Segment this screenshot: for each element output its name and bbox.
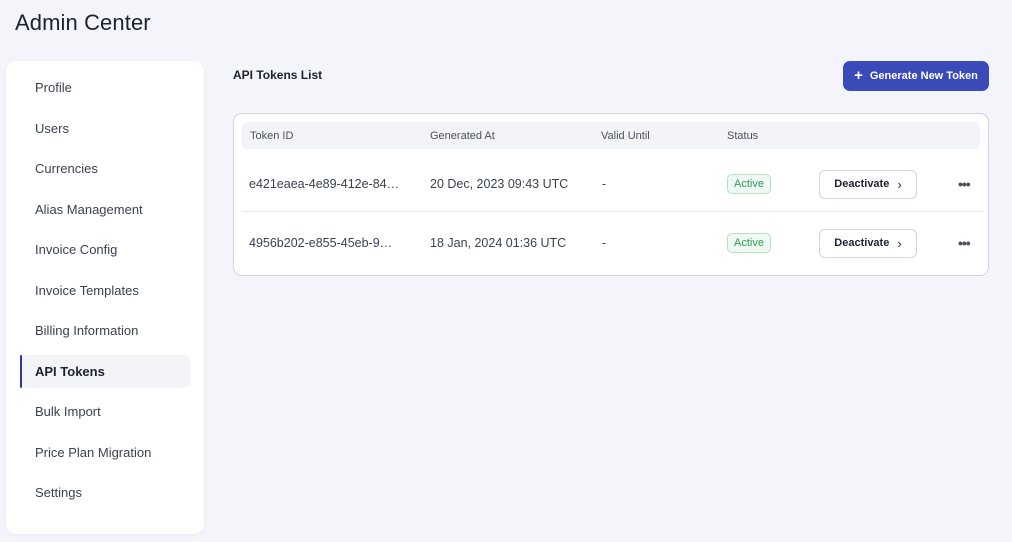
- app-title: Admin Center: [15, 10, 151, 35]
- sidebar-item-label: Alias Management: [35, 201, 143, 217]
- more-options-icon[interactable]: •••: [958, 177, 971, 191]
- token-id-cell: 4956b202-e855-45eb-9…: [249, 236, 393, 250]
- more-options-icon[interactable]: •••: [958, 236, 971, 250]
- table-header: Token ID Generated At Valid Until Status: [242, 122, 980, 149]
- deactivate-label: Deactivate: [834, 237, 890, 249]
- column-header-generated-at: Generated At: [430, 129, 495, 142]
- table-row: e421eaea-4e89-412e-84… 20 Dec, 2023 09:4…: [242, 156, 984, 212]
- generated-at-cell: 18 Jan, 2024 01:36 UTC: [430, 236, 567, 250]
- sidebar-item-api-tokens[interactable]: API Tokens: [20, 354, 190, 388]
- sidebar-item-billing-information[interactable]: Billing Information: [20, 314, 190, 347]
- token-id-cell: e421eaea-4e89-412e-84…: [249, 177, 400, 191]
- sidebar-item-label: Profile: [35, 80, 72, 95]
- sidebar-item-label: Invoice Config: [35, 242, 118, 257]
- sidebar-item-invoice-templates[interactable]: Invoice Templates: [20, 274, 190, 307]
- generate-new-token-label: Generate New Token: [869, 70, 978, 82]
- sidebar-item-label: Bulk Import: [35, 404, 101, 419]
- status-badge: Active: [727, 233, 771, 253]
- sidebar-item-currencies[interactable]: Currencies: [20, 152, 190, 185]
- column-header-valid-until: Valid Until: [601, 129, 650, 142]
- sidebar-item-price-plan-migration[interactable]: Price Plan Migration: [20, 436, 190, 469]
- plus-icon: +: [854, 67, 863, 84]
- chevron-right-icon: ›: [897, 235, 902, 251]
- deactivate-label: Deactivate: [834, 178, 890, 190]
- generated-at-cell: 20 Dec, 2023 09:43 UTC: [430, 177, 569, 191]
- sidebar-item-label: Price Plan Migration: [35, 444, 152, 460]
- sidebar-item-label: Settings: [35, 485, 82, 500]
- sidebar-item-label: Invoice Templates: [35, 282, 139, 298]
- sidebar-item-bulk-import[interactable]: Bulk Import: [20, 395, 190, 428]
- chevron-right-icon: ›: [897, 176, 902, 192]
- sidebar-item-users[interactable]: Users: [20, 112, 190, 145]
- sidebar-item-invoice-config[interactable]: Invoice Config: [20, 233, 190, 266]
- tokens-table: Token ID Generated At Valid Until Status…: [233, 113, 989, 276]
- generate-new-token-button[interactable]: + Generate New Token: [843, 61, 989, 91]
- deactivate-button[interactable]: Deactivate ›: [819, 228, 917, 258]
- column-header-token-id: Token ID: [250, 129, 294, 142]
- valid-until-cell: -: [602, 177, 607, 191]
- sidebar-item-alias-management[interactable]: Alias Management: [20, 193, 190, 226]
- sidebar-item-label: Users: [35, 120, 69, 136]
- table-row: 4956b202-e855-45eb-9… 18 Jan, 2024 01:36…: [242, 215, 984, 271]
- sidebar-item-settings[interactable]: Settings: [20, 476, 190, 509]
- sidebar-item-label: API Tokens: [35, 363, 105, 379]
- deactivate-button[interactable]: Deactivate ›: [819, 169, 917, 199]
- section-title: API Tokens List: [233, 68, 323, 82]
- valid-until-cell: -: [602, 236, 607, 250]
- column-header-status: Status: [727, 129, 759, 142]
- status-badge: Active: [727, 174, 771, 194]
- sidebar-item-label: Billing Information: [35, 323, 139, 338]
- sidebar-item-label: Currencies: [35, 161, 98, 176]
- sidebar: Profile Users Currencies Alias Managemen…: [6, 61, 204, 534]
- sidebar-item-profile[interactable]: Profile: [20, 71, 190, 104]
